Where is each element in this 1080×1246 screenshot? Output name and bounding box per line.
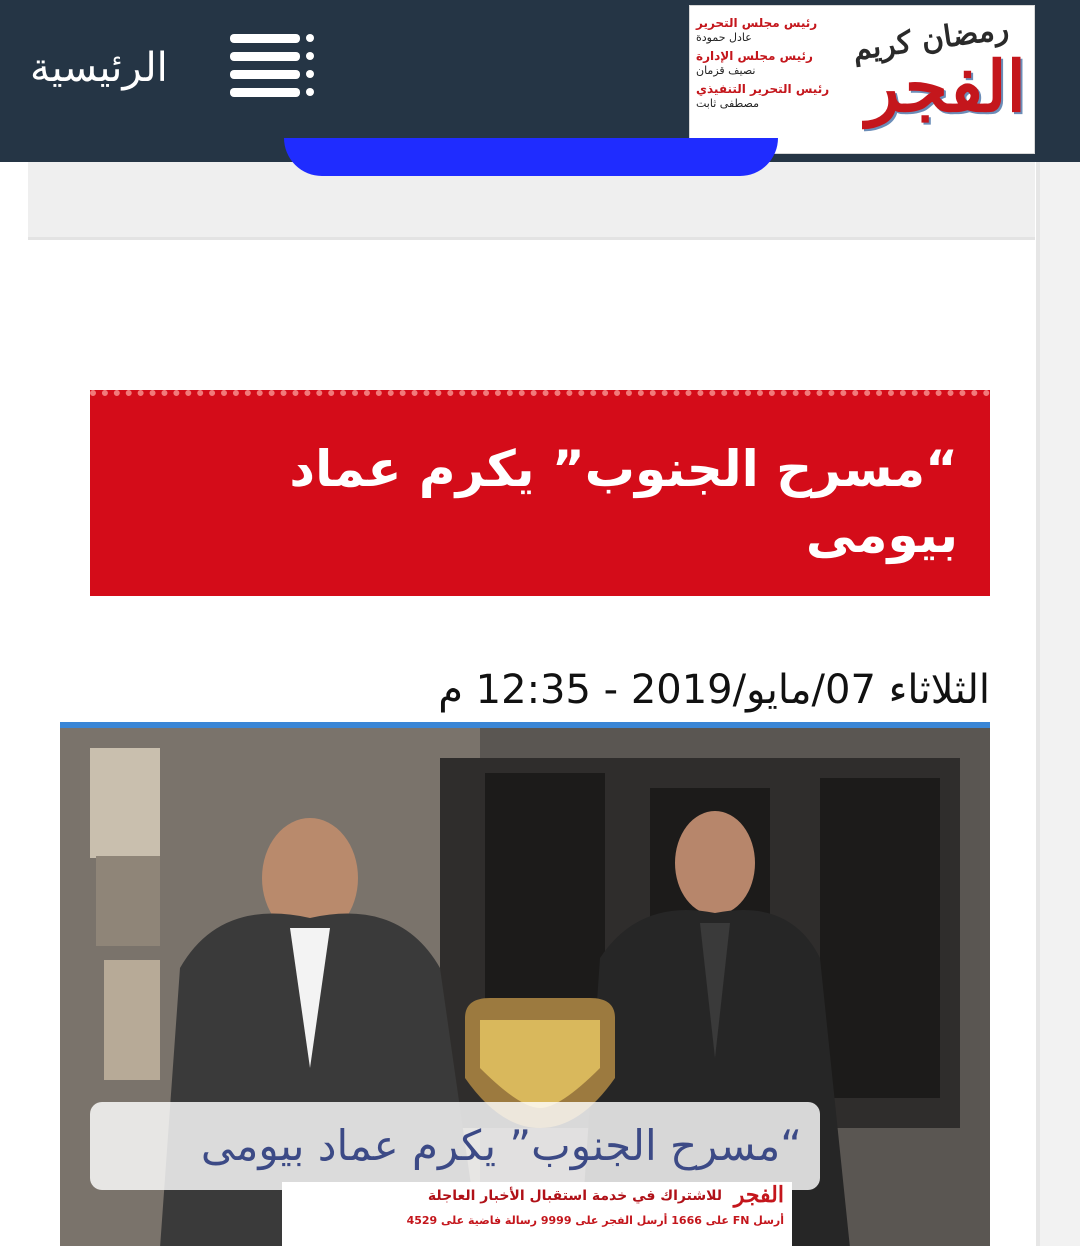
article-date: الثلاثاء 07/مايو/2019 - 12:35 م: [438, 667, 990, 713]
logo-brand-text: الفجر: [866, 45, 1026, 128]
credit-name: عادل حمودة: [696, 31, 752, 44]
home-link[interactable]: الرئيسية: [30, 38, 200, 98]
site-logo[interactable]: رئيس مجلس التحرير عادل حمودة رئيس مجلس ا…: [689, 5, 1035, 154]
article-title: “مسرح الجنوب” يكرم عماد بيومى: [289, 440, 958, 564]
credit-title: رئيس مجلس الإدارة: [696, 49, 813, 63]
ad-banner[interactable]: [284, 138, 778, 176]
banner-logo: الفجر: [733, 1182, 784, 1208]
image-caption: “مسرح الجنوب” يكرم عماد بيومى: [90, 1102, 820, 1190]
credit-name: مصطفى ثابت: [696, 97, 759, 110]
banner-line2: أرسل FN على 1666 أرسل الفجر على 9999 رسا…: [406, 1214, 784, 1227]
credit-title: رئيس مجلس التحرير: [696, 16, 818, 30]
logo-brand: رمضان كريم الفجر: [844, 11, 1026, 148]
banner-line1: للاشتراك في خدمة استقبال الأخبار العاجلة: [427, 1188, 722, 1204]
logo-credits: رئيس مجلس التحرير عادل حمودة رئيس مجلس ا…: [696, 16, 842, 115]
hamburger-menu-icon[interactable]: [224, 30, 320, 110]
credit-name: نصيف قزمان: [696, 64, 756, 77]
article-image[interactable]: “مسرح الجنوب” يكرم عماد بيومى الفجر للاش…: [60, 722, 990, 1246]
subscribe-banner: الفجر للاشتراك في خدمة استقبال الأخبار ا…: [282, 1182, 792, 1246]
credit-title: رئيس التحرير التنفيذي: [696, 82, 830, 96]
article-title-card: “مسرح الجنوب” يكرم عماد بيومى: [90, 390, 990, 596]
scrollbar[interactable]: [1036, 162, 1080, 1246]
